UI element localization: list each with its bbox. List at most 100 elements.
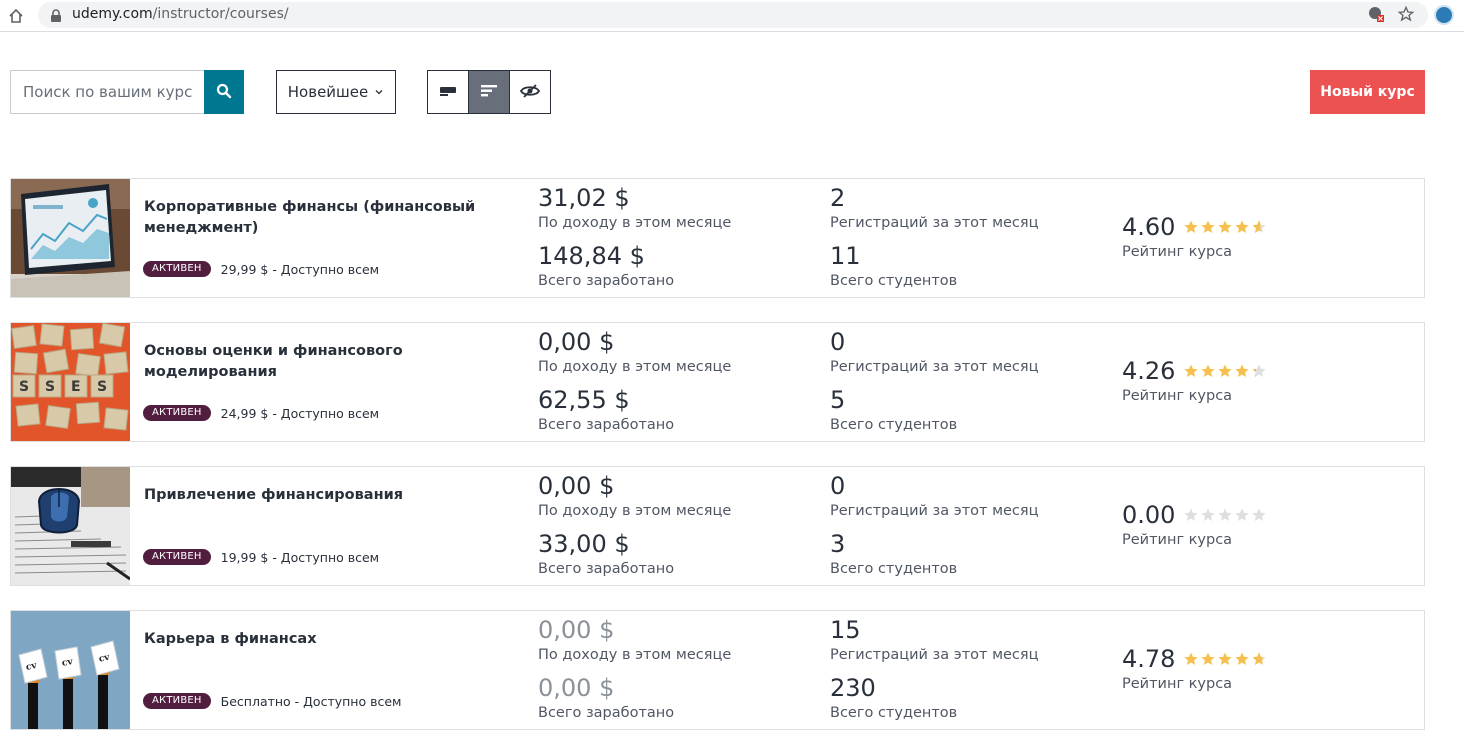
star-icon: [1201, 220, 1216, 233]
rating-label: Рейтинг курса: [1122, 532, 1233, 548]
view-list-button[interactable]: [468, 71, 509, 113]
month-revenue-label: По доходу в этом месяце: [538, 647, 732, 663]
translate-icon[interactable]: [1368, 6, 1384, 26]
view-toggle-group: [427, 70, 551, 114]
total-students-metric: 230 Всего студентов: [830, 673, 957, 723]
rating-label: Рейтинг курса: [1122, 676, 1233, 692]
url-path: /instructor/courses/: [152, 6, 289, 22]
star-icon: [1184, 652, 1199, 665]
month-enrollments-value: 0: [830, 328, 846, 356]
course-price: 24,99 $ - Доступно всем: [220, 405, 380, 421]
month-enrollments-value: 2: [830, 184, 846, 212]
star-icon: [1235, 220, 1250, 233]
rating-stars: [1183, 219, 1267, 235]
month-enrollments-label: Регистраций за этот месяц: [830, 647, 1039, 663]
course-title[interactable]: Привлечение финансирования: [144, 485, 504, 506]
home-icon[interactable]: [6, 6, 26, 26]
star-icon: [1252, 652, 1267, 665]
month-revenue-value: 0,00 $: [538, 328, 615, 356]
course-rating: 4.60 Рейтинг курса: [1122, 212, 1267, 262]
course-title[interactable]: Карьера в финансах: [144, 629, 504, 650]
rating-value: 4.60: [1122, 213, 1176, 241]
course-card[interactable]: Привлечение финансирования АКТИВЕН 19,99…: [10, 466, 1425, 586]
course-card[interactable]: Корпоративные финансы (финансовый менедж…: [10, 178, 1425, 298]
course-price: 29,99 $ - Доступно всем: [220, 261, 380, 277]
month-enrollments-metric: 0 Регистраций за этот месяц: [830, 471, 1039, 521]
bookmark-star-icon[interactable]: [1397, 5, 1415, 26]
sort-dropdown[interactable]: Новейшее: [276, 70, 396, 114]
total-revenue-metric: 148,84 $ Всего заработано: [538, 241, 674, 291]
star-icon: [1252, 508, 1267, 521]
course-card[interactable]: SSES Основы оценки и финансового моделир…: [10, 322, 1425, 442]
star-icon: [1218, 508, 1233, 521]
search-icon: [216, 83, 232, 102]
total-students-value: 230: [830, 674, 876, 702]
total-students-label: Всего студентов: [830, 705, 958, 721]
course-status-row: АКТИВЕН Бесплатно - Доступно всем: [143, 693, 401, 709]
star-icon: [1235, 652, 1250, 665]
course-status-row: АКТИВЕН 29,99 $ - Доступно всем: [143, 261, 379, 277]
svg-text:S: S: [19, 379, 29, 395]
star-icon: [1184, 508, 1199, 521]
total-revenue-value: 62,55 $: [538, 386, 630, 414]
total-revenue-value: 148,84 $: [538, 242, 645, 270]
star-icon: [1252, 220, 1267, 233]
star-icon: [1218, 364, 1233, 377]
course-title[interactable]: Основы оценки и финансового моделировани…: [144, 341, 504, 383]
rating-value: 0.00: [1122, 501, 1176, 529]
view-compact-button[interactable]: [428, 71, 468, 113]
course-price: Бесплатно - Доступно всем: [220, 693, 402, 709]
course-thumbnail-letter-tiles[interactable]: SSES: [11, 323, 130, 441]
chevron-down-icon: [374, 83, 384, 101]
month-revenue-metric: 0,00 $ По доходу в этом месяце: [538, 327, 731, 377]
url-text: udemy.com/instructor/courses/: [72, 6, 289, 22]
course-status-row: АКТИВЕН 24,99 $ - Доступно всем: [143, 405, 379, 421]
rating-value: 4.78: [1122, 645, 1176, 673]
course-thumbnail-mouse-newspaper[interactable]: [11, 467, 130, 585]
month-revenue-label: По доходу в этом месяце: [538, 359, 732, 375]
total-students-label: Всего студентов: [830, 273, 958, 289]
new-course-button[interactable]: Новый курс: [1310, 70, 1425, 114]
month-revenue-label: По доходу в этом месяце: [538, 215, 732, 231]
course-thumbnail-cv-papers[interactable]: cv cv cv: [11, 611, 130, 729]
search-button[interactable]: [204, 70, 244, 114]
sort-label: Новейшее: [287, 83, 369, 101]
rating-stars: [1183, 507, 1267, 523]
svg-text:E: E: [71, 379, 81, 395]
month-revenue-value: 0,00 $: [538, 472, 615, 500]
view-hidden-button[interactable]: [509, 71, 550, 113]
total-revenue-metric: 0,00 $ Всего заработано: [538, 673, 674, 723]
course-search: [10, 70, 244, 114]
star-icon: [1184, 220, 1199, 233]
compact-view-icon: [439, 84, 457, 101]
svg-text:S: S: [97, 379, 107, 395]
month-enrollments-value: 0: [830, 472, 846, 500]
address-bar[interactable]: udemy.com/instructor/courses/: [38, 2, 1428, 28]
month-enrollments-value: 15: [830, 616, 861, 644]
star-icon: [1218, 652, 1233, 665]
course-title[interactable]: Корпоративные финансы (финансовый менедж…: [144, 197, 504, 239]
course-price: 19,99 $ - Доступно всем: [220, 549, 380, 565]
lock-icon: [50, 8, 64, 22]
search-input[interactable]: [10, 70, 204, 114]
star-icon: [1201, 364, 1216, 377]
star-icon: [1184, 364, 1199, 377]
course-thumbnail-laptop[interactable]: [11, 179, 130, 297]
course-rating: 4.78 Рейтинг курса: [1122, 644, 1267, 694]
month-revenue-value: 31,02 $: [538, 184, 630, 212]
total-students-value: 3: [830, 530, 846, 558]
list-view-icon: [480, 84, 498, 101]
total-students-metric: 3 Всего студентов: [830, 529, 957, 579]
rating-label: Рейтинг курса: [1122, 244, 1233, 260]
profile-avatar[interactable]: [1434, 5, 1454, 25]
course-rating: 0.00 Рейтинг курса: [1122, 500, 1267, 550]
course-card[interactable]: cv cv cv Карьера в финансах АКТИВЕН Бесп…: [10, 610, 1425, 730]
url-host: udemy.com: [72, 6, 153, 22]
total-students-value: 5: [830, 386, 846, 414]
total-students-label: Всего студентов: [830, 561, 958, 577]
total-revenue-metric: 33,00 $ Всего заработано: [538, 529, 674, 579]
browser-toolbar: udemy.com/instructor/courses/: [0, 0, 1464, 32]
month-revenue-metric: 31,02 $ По доходу в этом месяце: [538, 183, 731, 233]
month-enrollments-label: Регистраций за этот месяц: [830, 359, 1039, 375]
total-revenue-metric: 62,55 $ Всего заработано: [538, 385, 674, 435]
